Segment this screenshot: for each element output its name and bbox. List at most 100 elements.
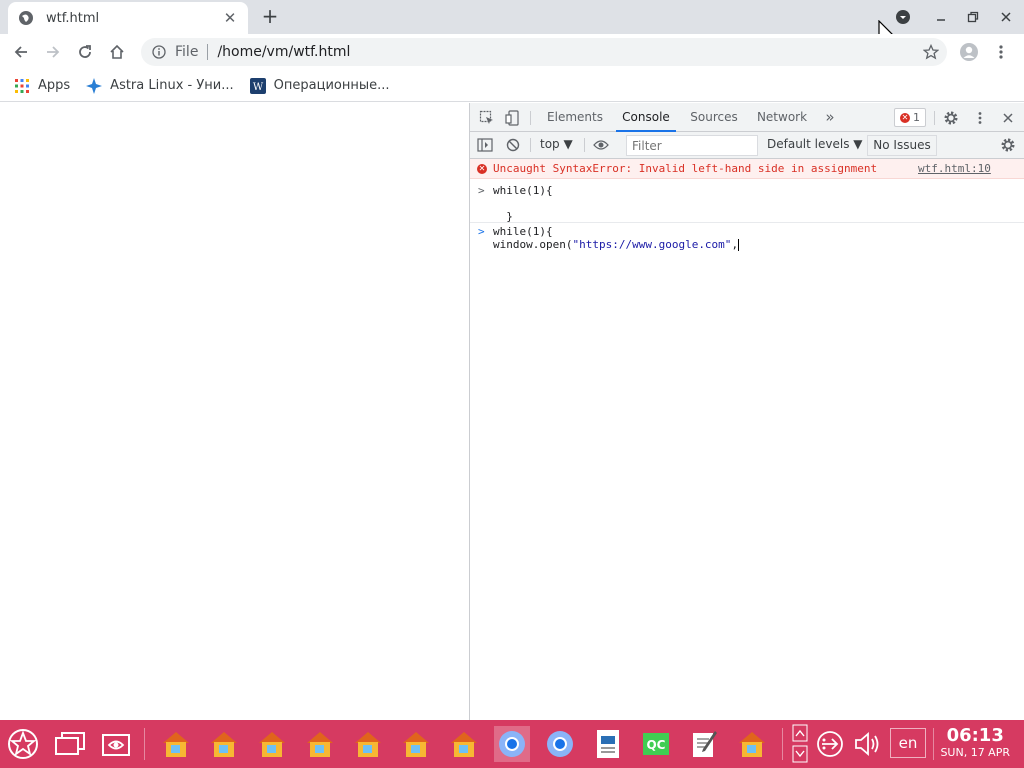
- clock-date: SUN, 17 APR: [940, 746, 1010, 759]
- input-line-2: window.open("https://www.google.com",: [493, 238, 740, 251]
- tab-network[interactable]: Network: [752, 103, 812, 132]
- start-menu-star-icon[interactable]: [5, 726, 41, 762]
- tab-close-icon[interactable]: ✕: [222, 9, 238, 27]
- log-levels-dropdown[interactable]: Default levels ▼: [767, 137, 863, 151]
- os-taskbar: QC en 06:13 SUN, 17 APR: [0, 720, 1024, 768]
- address-bar[interactable]: File /home/vm/wtf.html: [141, 38, 947, 66]
- error-count-badge[interactable]: ✕ 1: [894, 108, 926, 127]
- more-tabs-icon[interactable]: »: [820, 103, 840, 132]
- bookmark-star-icon[interactable]: [922, 43, 940, 60]
- console-history-entry[interactable]: > while(1){ }: [470, 179, 1024, 223]
- console-input-prompt[interactable]: > while(1){ window.open("https://www.goo…: [470, 225, 1024, 255]
- bookmark-apps[interactable]: Apps: [14, 78, 70, 94]
- chromium-icon[interactable]: [542, 726, 578, 762]
- desktop-8-house-icon[interactable]: [734, 726, 770, 762]
- desktop-2-house-icon[interactable]: [206, 726, 242, 762]
- tray-scroll[interactable]: [792, 724, 808, 764]
- bookmark-astra[interactable]: Astra Linux - Уни...: [86, 77, 234, 94]
- separator: [144, 728, 145, 760]
- chevron-right-icon: >: [478, 225, 485, 238]
- show-desktop-icon[interactable]: [52, 726, 88, 762]
- desktop-1-house-icon[interactable]: [158, 726, 194, 762]
- browser-toolbar: File /home/vm/wtf.html: [0, 34, 1024, 70]
- file-manager-eye-icon[interactable]: [98, 726, 134, 762]
- device-toggle-icon[interactable]: [504, 109, 522, 127]
- desktop-6-house-icon[interactable]: [398, 726, 434, 762]
- bookmarks-bar: Apps Astra Linux - Уни... W Операционные…: [0, 70, 1024, 102]
- desktop-3-house-icon[interactable]: [254, 726, 290, 762]
- back-icon[interactable]: [8, 39, 34, 65]
- history-line: while(1){: [493, 184, 553, 197]
- clear-console-icon[interactable]: [504, 136, 522, 154]
- error-icon: ✕: [900, 112, 910, 123]
- tab-console[interactable]: Console: [616, 103, 676, 132]
- bookmark-label: Astra Linux - Уни...: [110, 78, 234, 93]
- desktop-4-house-icon[interactable]: [302, 726, 338, 762]
- bookmark-os[interactable]: W Операционные...: [249, 77, 390, 94]
- separator: [934, 111, 935, 125]
- clock-time: 06:13: [946, 725, 1004, 746]
- url-separator: [207, 44, 209, 60]
- error-count: 1: [913, 111, 920, 124]
- devtools-menu-icon[interactable]: [971, 109, 989, 127]
- console-output: ✕ Uncaught SyntaxError: Invalid left-han…: [470, 159, 1024, 720]
- tab-sources[interactable]: Sources: [684, 103, 744, 132]
- close-devtools-icon[interactable]: [999, 109, 1017, 127]
- desktop-7-house-icon[interactable]: [446, 726, 482, 762]
- chromium-active-icon[interactable]: [494, 726, 530, 762]
- menu-kebab-icon[interactable]: [988, 39, 1014, 65]
- svg-text:QC: QC: [646, 738, 665, 752]
- console-toolbar: top ▼ Default levels ▼ No Issues: [470, 132, 1024, 159]
- restore-icon[interactable]: [962, 6, 984, 28]
- live-expression-eye-icon[interactable]: [592, 136, 610, 154]
- home-icon[interactable]: [104, 39, 130, 65]
- keyboard-layout-indicator[interactable]: en: [890, 728, 926, 758]
- info-icon[interactable]: [151, 44, 167, 60]
- tab-title: wtf.html: [46, 10, 100, 26]
- volume-icon[interactable]: [850, 726, 886, 762]
- settings-gear-icon[interactable]: [942, 109, 960, 127]
- desktop-5-house-icon[interactable]: [350, 726, 386, 762]
- astra-star-icon: [86, 77, 103, 94]
- forward-icon[interactable]: [40, 39, 66, 65]
- devtools-panel: Elements Console Sources Network » ✕ 1 t…: [470, 103, 1024, 720]
- bookmark-label: Операционные...: [273, 78, 390, 93]
- separator: [584, 138, 585, 152]
- reload-icon[interactable]: [72, 39, 98, 65]
- issues-button[interactable]: No Issues: [867, 135, 937, 156]
- document-viewer-icon[interactable]: [590, 726, 626, 762]
- console-filter-input[interactable]: [626, 135, 758, 156]
- error-text: Uncaught SyntaxError: Invalid left-hand …: [493, 162, 878, 175]
- profile-avatar-icon[interactable]: [956, 39, 982, 65]
- separator: [933, 728, 934, 760]
- url-text[interactable]: /home/vm/wtf.html: [217, 44, 350, 60]
- input-line: while(1){: [493, 225, 553, 238]
- new-tab-button[interactable]: +: [259, 6, 281, 28]
- input-function: window.open(: [493, 238, 573, 251]
- chevron-right-icon: >: [478, 184, 485, 197]
- globe-icon: [18, 10, 34, 26]
- error-icon: ✕: [477, 164, 487, 174]
- tab-elements[interactable]: Elements: [542, 103, 608, 132]
- url-scheme: File: [175, 44, 199, 60]
- inspect-element-icon[interactable]: [478, 109, 496, 127]
- tab-strip: wtf.html ✕ +: [0, 0, 1024, 47]
- error-source-link[interactable]: wtf.html:10: [918, 162, 991, 175]
- text-caret: [738, 239, 740, 251]
- minimize-icon[interactable]: [930, 6, 952, 28]
- separator: [782, 728, 783, 760]
- clock[interactable]: 06:13 SUN, 17 APR: [940, 726, 1010, 760]
- svg-text:W: W: [253, 82, 264, 93]
- sidebar-toggle-icon[interactable]: [476, 136, 494, 154]
- browser-tab[interactable]: wtf.html ✕: [8, 2, 248, 34]
- history-line: }: [493, 210, 513, 223]
- close-window-icon[interactable]: [995, 6, 1017, 28]
- qt-creator-icon[interactable]: QC: [638, 726, 674, 762]
- console-settings-gear-icon[interactable]: [999, 136, 1017, 154]
- page-viewport[interactable]: [0, 103, 469, 720]
- context-selector[interactable]: top ▼: [540, 137, 573, 151]
- bookmark-label: Apps: [38, 78, 71, 93]
- network-icon[interactable]: [812, 726, 848, 762]
- apps-grid-icon: [14, 78, 30, 94]
- text-editor-icon[interactable]: [686, 726, 722, 762]
